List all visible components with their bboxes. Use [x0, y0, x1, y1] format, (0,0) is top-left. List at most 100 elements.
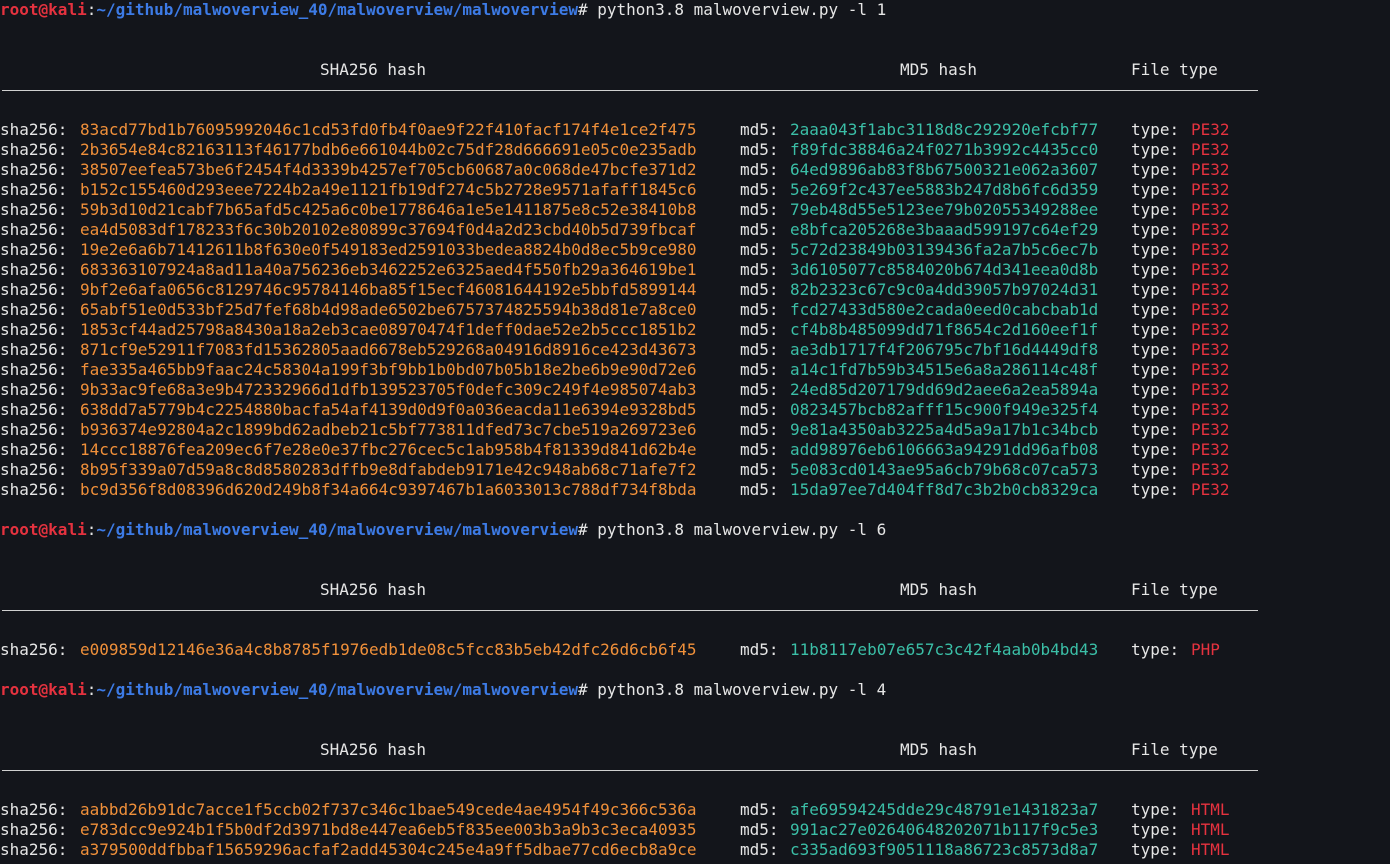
md5-value: 5c72d23849b03139436fa2a7b5c6ec7b: [790, 240, 1099, 259]
header-md5: MD5 hash: [900, 60, 978, 79]
filetype-value: HTML: [1191, 800, 1230, 819]
sha256-label: sha256:: [0, 820, 68, 839]
md5-label: md5:: [740, 820, 779, 839]
md5-label: md5:: [740, 120, 779, 139]
table-row: sha256: e009859d12146e36a4c8b8785f1976edb…: [0, 640, 1390, 660]
prompt-at: @: [38, 0, 49, 19]
table-row: sha256: bc9d356f8d08396d620d249b8f34a664c…: [0, 480, 1390, 500]
table-row: sha256: 38507eefea573be6f2454f4d3339b4257…: [0, 160, 1390, 180]
type-label: type:: [1131, 800, 1180, 819]
header-sha256: SHA256 hash: [320, 60, 426, 79]
filetype-value: PE32: [1191, 260, 1230, 279]
sha256-value: aabbd26b91dc7acce1f5ccb02f737c346c1bae54…: [80, 800, 697, 819]
header-filetype: File type: [1131, 740, 1218, 759]
type-label: type:: [1131, 640, 1180, 659]
md5-label: md5:: [740, 220, 779, 239]
md5-value: 82b2323c67c9c0a4dd39057b97024d31: [790, 280, 1099, 299]
filetype-value: PE32: [1191, 380, 1230, 399]
sha256-label: sha256:: [0, 120, 68, 139]
md5-value: 79eb48d55e5123ee79b02055349288ee: [790, 200, 1099, 219]
type-label: type:: [1131, 260, 1180, 279]
header-divider: [2, 610, 1258, 611]
table-row: sha256: 638dd7a5779b4c2254880bacfa54af413…: [0, 400, 1390, 420]
md5-label: md5:: [740, 800, 779, 819]
header-filetype: File type: [1131, 60, 1218, 79]
table-row: sha256: 9bf2e6afa0656c8129746c95784146ba8…: [0, 280, 1390, 300]
filetype-value: PE32: [1191, 220, 1230, 239]
md5-value: f89fdc38846a24f0271b3992c4435cc0: [790, 140, 1099, 159]
prompt-host: kali: [48, 520, 87, 539]
sha256-value: 38507eefea573be6f2454f4d3339b4257ef705cb…: [80, 160, 697, 179]
md5-label: md5:: [740, 400, 779, 419]
md5-value: 3d6105077c8584020b674d341eea0d8b: [790, 260, 1099, 279]
filetype-value: PHP: [1191, 640, 1220, 659]
type-label: type:: [1131, 420, 1180, 439]
filetype-value: PE32: [1191, 320, 1230, 339]
md5-value: 0823457bcb82afff15c900f949e325f4: [790, 400, 1099, 419]
terminal-window[interactable]: root@kali:~/github/malwoverview_40/malwo…: [0, 0, 1390, 864]
sha256-value: 14ccc18876fea209ec6f7e28e0e37fbc276cec5c…: [80, 440, 697, 459]
sha256-label: sha256:: [0, 480, 68, 499]
sha256-label: sha256:: [0, 340, 68, 359]
sha256-label: sha256:: [0, 200, 68, 219]
sha256-label: sha256:: [0, 800, 68, 819]
md5-value: 5e083cd0143ae95a6cb79b68c07ca573: [790, 460, 1099, 479]
md5-label: md5:: [740, 300, 779, 319]
type-label: type:: [1131, 360, 1180, 379]
md5-value: cf4b8b485099dd71f8654c2d160eef1f: [790, 320, 1099, 339]
prompt-user: root: [0, 680, 39, 699]
sha256-label: sha256:: [0, 300, 68, 319]
md5-label: md5:: [740, 840, 779, 859]
table-row: sha256: 19e2e6a6b71412611b8f630e0f549183e…: [0, 240, 1390, 260]
header-md5: MD5 hash: [900, 580, 978, 599]
prompt-host: kali: [48, 680, 87, 699]
md5-label: md5:: [740, 260, 779, 279]
type-label: type:: [1131, 320, 1180, 339]
prompt-user: root: [0, 0, 39, 19]
sha256-value: 65abf51e0d533bf25d7fef68b4d98ade6502be67…: [80, 300, 697, 319]
md5-value: fcd27433d580e2cada0eed0cabcbab1d: [790, 300, 1099, 319]
table-row: sha256: 683363107924a8ad11a40a756236eb346…: [0, 260, 1390, 280]
sha256-value: 2b3654e84c82163113f46177bdb6e661044b02c7…: [80, 140, 697, 159]
table-row: sha256: 9b33ac9fe68a3e9b472332966d1dfb139…: [0, 380, 1390, 400]
sha256-label: sha256:: [0, 180, 68, 199]
prompt-line: root@kali:~/github/malwoverview_40/malwo…: [0, 680, 886, 700]
type-label: type:: [1131, 380, 1180, 399]
sha256-label: sha256:: [0, 220, 68, 239]
sha256-value: 871cf9e52911f7083fd15362805aad6678eb5292…: [80, 340, 697, 359]
md5-label: md5:: [740, 160, 779, 179]
md5-value: c335ad693f9051118a86723c8573d8a7: [790, 840, 1099, 859]
sha256-label: sha256:: [0, 320, 68, 339]
filetype-value: PE32: [1191, 160, 1230, 179]
sha256-label: sha256:: [0, 460, 68, 479]
type-label: type:: [1131, 480, 1180, 499]
header-sha256: SHA256 hash: [320, 740, 426, 759]
table-row: sha256: 59b3d10d21cabf7b65afd5c425a6c0be1…: [0, 200, 1390, 220]
command-text: python3.8 malwoverview.py -l 6: [597, 520, 887, 539]
md5-label: md5:: [740, 460, 779, 479]
prompt-line: root@kali:~/github/malwoverview_40/malwo…: [0, 520, 886, 540]
sha256-value: e783dcc9e924b1f5b0df2d3971bd8e447ea6eb5f…: [80, 820, 697, 839]
prompt-colon: :: [86, 680, 97, 699]
type-label: type:: [1131, 240, 1180, 259]
md5-label: md5:: [740, 320, 779, 339]
header-divider: [2, 90, 1258, 91]
filetype-value: PE32: [1191, 280, 1230, 299]
md5-label: md5:: [740, 240, 779, 259]
sha256-label: sha256:: [0, 380, 68, 399]
md5-label: md5:: [740, 640, 779, 659]
type-label: type:: [1131, 460, 1180, 479]
filetype-value: PE32: [1191, 300, 1230, 319]
sha256-value: e009859d12146e36a4c8b8785f1976edb1de08c5…: [80, 640, 697, 659]
table-row: sha256: b152c155460d293eee7224b2a49e1121f…: [0, 180, 1390, 200]
sha256-label: sha256:: [0, 140, 68, 159]
sha256-label: sha256:: [0, 640, 68, 659]
sha256-label: sha256:: [0, 420, 68, 439]
md5-value: 15da97ee7d404ff8d7c3b2b0cb8329ca: [790, 480, 1099, 499]
table-row: sha256: 14ccc18876fea209ec6f7e28e0e37fbc2…: [0, 440, 1390, 460]
sha256-value: 9bf2e6afa0656c8129746c95784146ba85f15ecf…: [80, 280, 697, 299]
sha256-value: 19e2e6a6b71412611b8f630e0f549183ed259103…: [80, 240, 697, 259]
type-label: type:: [1131, 140, 1180, 159]
md5-label: md5:: [740, 180, 779, 199]
table-row: sha256: 1853cf44ad25798a8430a18a2eb3cae08…: [0, 320, 1390, 340]
